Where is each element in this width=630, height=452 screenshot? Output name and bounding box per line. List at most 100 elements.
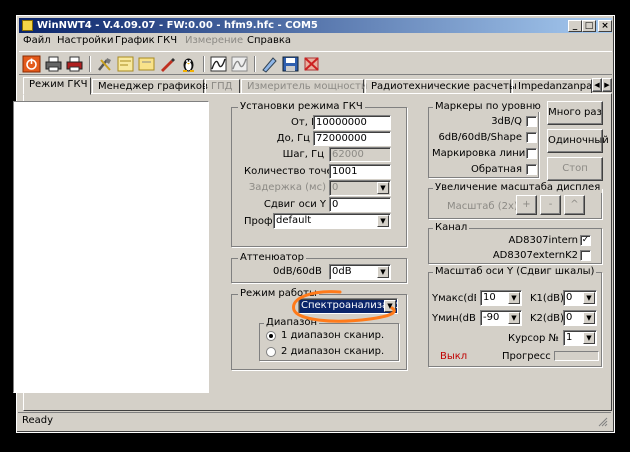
marker-3db-label: 3dB/Q — [491, 116, 522, 127]
close-button[interactable]: × — [598, 20, 612, 32]
marker-reverse-checkbox[interactable] — [526, 164, 537, 175]
stop-button[interactable]: Стоп — [547, 157, 603, 181]
tab-power-meter[interactable]: Измеритель мощности — [241, 79, 367, 94]
chevron-down-icon: ▼ — [377, 215, 389, 227]
toolbar-separator — [203, 56, 205, 72]
sweep-pause-icon[interactable] — [230, 55, 249, 73]
pen-icon[interactable] — [158, 55, 177, 73]
marker-lines-checkbox[interactable] — [526, 148, 537, 159]
y-shift-input[interactable]: 0 — [329, 197, 391, 212]
menu-settings[interactable]: Настройки — [57, 35, 113, 46]
chevron-down-icon: ▼ — [583, 332, 595, 344]
chevron-down-icon: ▼ — [377, 182, 389, 194]
delay-combo-value: 0 — [332, 182, 339, 193]
single-sweep-button[interactable]: Одиночный — [547, 129, 609, 153]
tab-vfo[interactable]: ГПД — [205, 79, 240, 94]
calibrate-icon[interactable] — [116, 55, 135, 73]
attenuator-combo-value: 0dB — [332, 266, 352, 277]
cursor-combo[interactable]: 1 ▼ — [563, 330, 597, 346]
channel-title: Канал — [433, 222, 470, 233]
tab-scroll-left-button[interactable]: ◀ — [592, 78, 602, 92]
k2-combo-value: 0 — [566, 312, 573, 323]
to-input[interactable]: 72000000 — [313, 131, 391, 146]
status-bar: Ready — [18, 412, 611, 429]
multi-sweep-button[interactable]: Много раз — [547, 101, 603, 125]
tab-chart-manager[interactable]: Менеджер графиков — [92, 79, 208, 94]
delay-label: Задержка (мс) — [248, 182, 326, 193]
range2-radio[interactable] — [266, 347, 276, 357]
app-icon — [22, 20, 33, 31]
channel-intern-checkbox[interactable]: ✓ — [580, 235, 591, 246]
toolbar-separator — [254, 56, 256, 72]
points-label: Количество точек — [244, 166, 339, 177]
points-input[interactable]: 1001 — [329, 164, 391, 179]
marker-3db-checkbox[interactable] — [526, 116, 537, 127]
progress-label: Прогресс — [502, 351, 551, 362]
ymax-combo-value: 10 — [483, 292, 496, 303]
profile-combo[interactable]: default ▼ — [273, 213, 391, 229]
from-input[interactable]: 10000000 — [313, 115, 391, 130]
ymin-label: Yмин(dB — [432, 313, 476, 324]
save-icon[interactable] — [281, 55, 300, 73]
to-label: До, Гц — [276, 133, 310, 144]
menu-measure[interactable]: Измерение — [185, 35, 243, 46]
y-scale-title: Масштаб оси Y (Сдвиг шкалы) — [433, 266, 597, 277]
k1-label: K1(dB) — [530, 293, 564, 304]
maximize-button[interactable]: □ — [582, 20, 596, 32]
toolbar-separator — [89, 56, 91, 72]
power-icon[interactable] — [22, 55, 41, 73]
minimize-button[interactable]: _ — [568, 20, 582, 32]
zoom-plus-button[interactable]: + — [516, 195, 537, 215]
print-icon[interactable] — [44, 55, 63, 73]
tab-rf-calculations[interactable]: Радиотехнические расчеты — [365, 79, 517, 94]
chevron-down-icon: ▼ — [377, 266, 389, 278]
ymin-combo[interactable]: -90 ▼ — [480, 310, 522, 326]
ymax-combo[interactable]: 10 ▼ — [480, 290, 522, 306]
print-color-icon[interactable] — [65, 55, 84, 73]
sweep-settings-title: Установки режима ГКЧ — [238, 101, 365, 112]
range2-label: 2 диапазон сканир. — [281, 346, 385, 357]
settings-icon[interactable] — [95, 55, 114, 73]
delay-combo[interactable]: 0 ▼ — [329, 180, 391, 196]
folder-icon[interactable] — [137, 55, 156, 73]
k2-combo[interactable]: 0 ▼ — [563, 310, 597, 326]
tab-sweep-mode[interactable]: Режим ГКЧ — [23, 77, 91, 95]
channel-extern-label: AD8307externK2 — [492, 250, 578, 261]
exit-label[interactable]: Выкл — [440, 351, 467, 363]
menu-file[interactable]: Файл — [23, 35, 51, 46]
annotation-circle — [292, 290, 396, 323]
zoom-star-button[interactable]: ^ — [564, 195, 585, 215]
window-title: WinNWT4 - V.4.09.07 - FW:0.00 - hfm9.hfc… — [37, 20, 318, 31]
step-input[interactable]: 62000 — [329, 147, 391, 162]
chevron-down-icon: ▼ — [583, 312, 595, 324]
range1-radio[interactable] — [266, 331, 276, 341]
k1-combo[interactable]: 0 ▼ — [563, 290, 597, 306]
sweep-icon[interactable] — [209, 55, 228, 73]
progress-bar — [554, 351, 599, 361]
linux-icon[interactable] — [179, 55, 198, 73]
zoom-minus-button[interactable]: - — [540, 195, 561, 215]
attenuator-combo[interactable]: 0dB ▼ — [329, 264, 391, 280]
profile-combo-value: default — [276, 215, 312, 226]
menu-sweep[interactable]: ГКЧ — [157, 35, 177, 46]
marker-reverse-label: Обратная — [470, 164, 522, 175]
tab-impedance[interactable]: Impedanzanpass — [512, 79, 592, 94]
menu-chart[interactable]: График — [115, 35, 155, 46]
from-label: От, Гц — [291, 117, 324, 128]
attenuator-title: Аттенюатор — [238, 252, 307, 263]
attenuator-label: 0dB/60dB — [273, 266, 322, 277]
ymax-label: Yмакс(dB — [432, 293, 476, 304]
chevron-down-icon: ▼ — [508, 292, 520, 304]
menu-help[interactable]: Справка — [247, 35, 291, 46]
tab-scroll-right-button[interactable]: ▶ — [602, 78, 612, 92]
channel-intern-label: AD8307intern — [508, 235, 578, 246]
channel-extern-checkbox[interactable] — [580, 250, 591, 261]
open-icon[interactable] — [260, 55, 279, 73]
zoom-title: Увеличение масштаба дисплея — [433, 182, 603, 193]
graph-canvas[interactable] — [13, 101, 209, 393]
marker-lines-label: Маркировка линий — [432, 148, 532, 159]
zoom-label: Масштаб (2x) — [447, 201, 518, 212]
marker-6db-checkbox[interactable] — [526, 132, 537, 143]
resize-grip-icon[interactable] — [598, 417, 608, 427]
delete-icon[interactable] — [302, 55, 321, 73]
